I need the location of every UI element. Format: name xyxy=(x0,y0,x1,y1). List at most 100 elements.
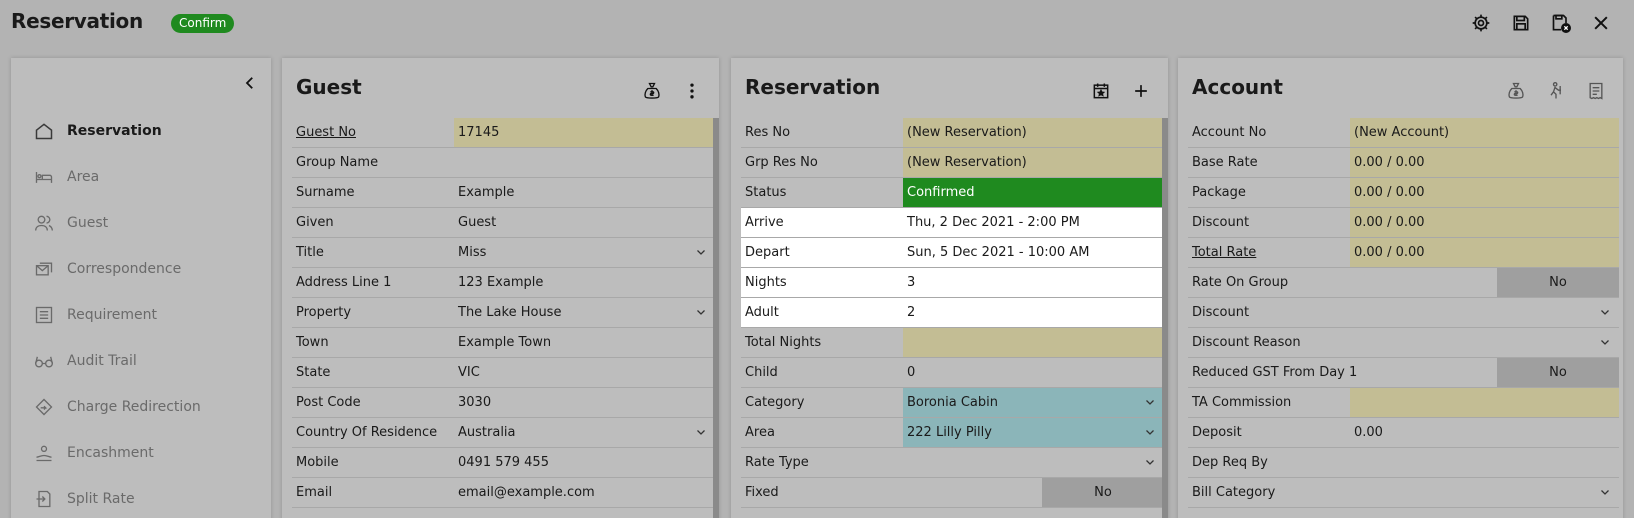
sidebar-item-requirement[interactable]: Requirement xyxy=(11,292,271,338)
add-button[interactable] xyxy=(1128,78,1154,104)
rate-type-select[interactable] xyxy=(903,448,1164,477)
guest-no-link[interactable]: Guest No xyxy=(292,118,454,147)
field-label: Total Nights xyxy=(745,335,822,350)
rate-on-group-cell: No xyxy=(1474,268,1619,297)
sidebar-item-label: Requirement xyxy=(67,307,158,323)
deposit-field[interactable]: 0.00 xyxy=(1350,418,1619,447)
title-select[interactable]: Miss xyxy=(454,238,715,267)
bill-category-row: Bill Category xyxy=(1188,478,1619,508)
home-icon xyxy=(33,120,55,142)
field-label: TA Commission xyxy=(1192,395,1292,410)
base-rate-row: Base Rate 0.00 / 0.00 xyxy=(1188,148,1619,178)
total-nights-row: Total Nights xyxy=(741,328,1164,358)
field-label: Discount xyxy=(1192,215,1250,230)
field-label[interactable]: Guest No xyxy=(296,125,356,140)
rate-type-row: Rate Type xyxy=(741,448,1164,478)
adult-row: Adult 2 xyxy=(741,298,1164,328)
calendar-button[interactable] xyxy=(1088,78,1114,104)
gear-icon xyxy=(1472,14,1490,32)
state-field[interactable]: VIC xyxy=(454,358,715,387)
email-field[interactable]: email@example.com xyxy=(454,478,715,507)
given-field[interactable]: Guest xyxy=(454,208,715,237)
reduced-gst-cell: No xyxy=(1474,358,1619,387)
field-label[interactable]: Total Rate xyxy=(1192,245,1256,260)
sidebar-item-charge-redirection[interactable]: Charge Redirection xyxy=(11,384,271,430)
post-code-field[interactable]: 3030 xyxy=(454,388,715,417)
save-and-close-button[interactable] xyxy=(1546,10,1576,36)
guest-money-button[interactable] xyxy=(639,78,665,104)
arrive-field[interactable]: Thu, 2 Dec 2021 - 2:00 PM xyxy=(903,208,1164,237)
child-field[interactable]: 0 xyxy=(903,358,1164,387)
area-row: Area 222 Lilly Pilly xyxy=(741,418,1164,448)
cash-icon xyxy=(33,442,55,464)
nights-field[interactable]: 3 xyxy=(903,268,1164,297)
surname-field[interactable]: Example xyxy=(454,178,715,207)
reduced-gst-toggle[interactable]: No xyxy=(1497,358,1619,387)
depart-field[interactable]: Sun, 5 Dec 2021 - 10:00 AM xyxy=(903,238,1164,267)
area-select[interactable]: 222 Lilly Pilly xyxy=(903,418,1164,447)
field-label: Email xyxy=(296,485,333,500)
save-button[interactable] xyxy=(1506,10,1536,36)
reservation-scrollbar[interactable] xyxy=(1162,118,1168,518)
settings-button[interactable] xyxy=(1466,10,1496,36)
sidebar-item-reservation[interactable]: Reservation xyxy=(11,108,271,154)
country-select[interactable]: Australia xyxy=(454,418,715,447)
reduced-gst-row: Reduced GST From Day 1 No xyxy=(1188,358,1619,388)
fixed-toggle[interactable]: No xyxy=(1042,478,1164,507)
account-invoice-button[interactable] xyxy=(1583,78,1609,104)
rate-on-group-toggle[interactable]: No xyxy=(1497,268,1619,297)
discount-reason-select[interactable] xyxy=(1350,328,1619,357)
sidebar-item-label: Audit Trail xyxy=(67,353,137,369)
town-field[interactable]: Example Town xyxy=(454,328,715,357)
select-value: Australia xyxy=(458,425,516,440)
guest-fields: Guest No 17145 Group Name Surname Example … xyxy=(292,118,715,508)
discount-amount-row: Discount 0.00 / 0.00 xyxy=(1188,208,1619,238)
base-rate-field: 0.00 / 0.00 xyxy=(1350,148,1619,177)
account-no-row: Account No (New Account) xyxy=(1188,118,1619,148)
sidebar-item-correspondence[interactable]: Correspondence xyxy=(11,246,271,292)
depart-row: Depart Sun, 5 Dec 2021 - 10:00 AM xyxy=(741,238,1164,268)
sidebar-item-guest[interactable]: Guest xyxy=(11,200,271,246)
guest-more-button[interactable] xyxy=(679,78,705,104)
field-label: Title xyxy=(296,245,324,260)
field-label: Discount xyxy=(1192,305,1250,320)
group-name-field[interactable] xyxy=(454,148,715,177)
status-field[interactable]: Confirmed xyxy=(903,178,1164,207)
title-row: Title Miss xyxy=(292,238,715,268)
field-label: Grp Res No xyxy=(745,155,818,170)
adult-field[interactable]: 2 xyxy=(903,298,1164,327)
guest-no-field: 17145 xyxy=(454,118,715,147)
guest-scrollbar[interactable] xyxy=(713,118,719,518)
total-rate-link[interactable]: Total Rate xyxy=(1188,238,1350,267)
select-value: 222 Lilly Pilly xyxy=(907,425,992,440)
close-button[interactable] xyxy=(1586,10,1616,36)
collapse-sidebar-button[interactable] xyxy=(239,72,261,94)
ta-commission-row: TA Commission xyxy=(1188,388,1619,418)
close-icon xyxy=(1594,16,1608,30)
chevron-down-icon xyxy=(697,310,705,315)
account-money-button[interactable] xyxy=(1503,78,1529,104)
calendar-icon xyxy=(1093,83,1109,99)
dep-req-by-field[interactable] xyxy=(1350,448,1619,477)
category-select[interactable]: Boronia Cabin xyxy=(903,388,1164,417)
field-label: Bill Category xyxy=(1192,485,1276,500)
account-fields: Account No (New Account) Base Rate 0.00 / … xyxy=(1188,118,1619,508)
field-label: Res No xyxy=(745,125,791,140)
field-label: Rate Type xyxy=(745,455,809,470)
sidebar-item-split-rate[interactable]: Split Rate xyxy=(11,476,271,518)
mobile-field[interactable]: 0491 579 455 xyxy=(454,448,715,477)
address-field[interactable]: 123 Example xyxy=(454,268,715,297)
sidebar-item-label: Correspondence xyxy=(67,261,182,277)
property-select[interactable]: The Lake House xyxy=(454,298,715,327)
bill-category-select[interactable] xyxy=(1350,478,1619,507)
guest-panel-title: Guest xyxy=(296,75,362,99)
bed-icon xyxy=(33,166,55,188)
sidebar: Reservation Area Guest Correspondence Re… xyxy=(11,58,271,518)
field-label: Given xyxy=(296,215,334,230)
sidebar-item-area[interactable]: Area xyxy=(11,154,271,200)
account-checkin-button[interactable] xyxy=(1543,78,1569,104)
total-rate-row: Total Rate 0.00 / 0.00 xyxy=(1188,238,1619,268)
sidebar-item-audit-trail[interactable]: Audit Trail xyxy=(11,338,271,384)
discount-select[interactable] xyxy=(1350,298,1619,327)
sidebar-item-encashment[interactable]: Encashment xyxy=(11,430,271,476)
